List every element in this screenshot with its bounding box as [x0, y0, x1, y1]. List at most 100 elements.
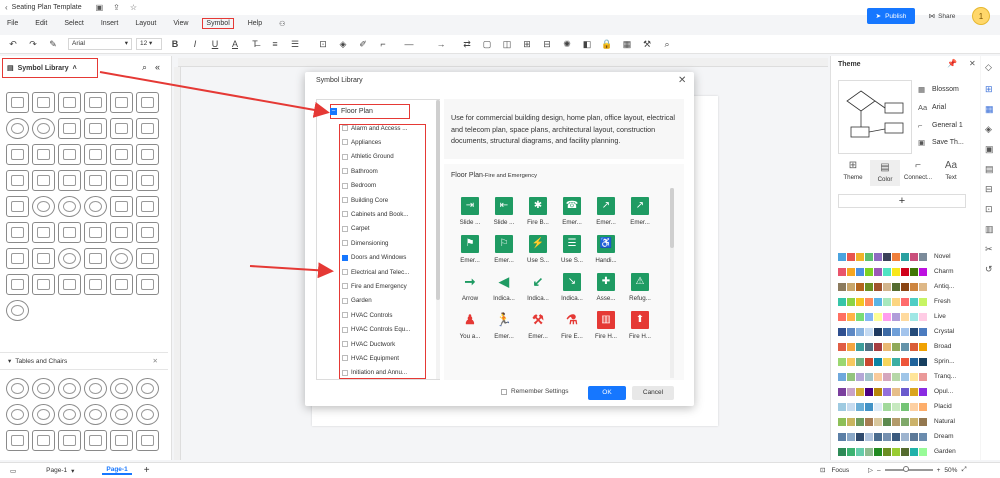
- style-icon[interactable]: ◇: [985, 62, 992, 73]
- palette-row[interactable]: Tranq...: [838, 370, 968, 383]
- color-swatch: [883, 402, 891, 411]
- tab-text[interactable]: Aa Text: [936, 160, 966, 181]
- theme-icon[interactable]: ⊞: [985, 84, 993, 95]
- color-swatch: [910, 267, 918, 276]
- color-swatch: [838, 387, 846, 396]
- connector-icon: ⌐: [915, 160, 921, 171]
- chevron-down-icon[interactable]: ▾: [71, 467, 74, 475]
- palette-row[interactable]: Charm: [838, 265, 968, 278]
- theme-option-blossom[interactable]: ▦ Blossom: [918, 85, 959, 94]
- data-icon[interactable]: ⊟: [985, 184, 993, 195]
- palette-row[interactable]: Antiq...: [838, 280, 968, 293]
- color-swatch: [865, 252, 873, 261]
- color-swatch: [901, 312, 909, 321]
- color-swatch: [901, 447, 909, 456]
- zoom-slider[interactable]: [884, 466, 933, 472]
- palette-row[interactable]: Placid: [838, 400, 968, 413]
- close-icon[interactable]: ✕: [969, 59, 976, 68]
- color-swatch: [838, 402, 846, 411]
- palette-row[interactable]: Opul...: [838, 385, 968, 398]
- color-swatch: [856, 417, 864, 426]
- theme-panel-tools: 📌 ✕: [947, 59, 976, 68]
- color-swatch: [883, 252, 891, 261]
- fit-icon[interactable]: ⤢: [961, 466, 966, 474]
- add-palette-button[interactable]: +: [838, 194, 966, 208]
- color-swatch: [874, 432, 882, 441]
- color-swatch: [901, 267, 909, 276]
- palette-row[interactable]: Fresh: [838, 295, 968, 308]
- color-swatch: [910, 402, 918, 411]
- color-swatch: [838, 282, 846, 291]
- history-icon[interactable]: ↺: [985, 264, 993, 275]
- palette-row[interactable]: Crystal: [838, 325, 968, 338]
- color-swatch: [847, 387, 855, 396]
- palette-row[interactable]: Broad: [838, 340, 968, 353]
- theme-preview[interactable]: [838, 80, 912, 154]
- palette-row[interactable]: Novel: [838, 250, 968, 263]
- color-swatch: [847, 357, 855, 366]
- palette-row[interactable]: Natural: [838, 415, 968, 428]
- color-swatch: [874, 417, 882, 426]
- color-swatch: [901, 387, 909, 396]
- tab-page-1[interactable]: Page-1: [102, 466, 132, 475]
- color-swatch: [874, 297, 882, 306]
- layers-icon[interactable]: ◈: [985, 124, 992, 135]
- theme-option-save[interactable]: ▣ Save Th...: [918, 138, 964, 147]
- palette-row[interactable]: Garden: [838, 445, 968, 458]
- color-swatch: [919, 357, 927, 366]
- color-swatch: [847, 432, 855, 441]
- color-swatch: [874, 342, 882, 351]
- bookmark-icon[interactable]: ⊡: [985, 204, 993, 215]
- color-swatch: [919, 342, 927, 351]
- page-layout-icon[interactable]: ▭: [10, 467, 16, 475]
- tab-connector[interactable]: ⌐ Connect...: [903, 160, 933, 181]
- layout-icon[interactable]: ▦: [985, 104, 994, 115]
- palette-row[interactable]: Dream: [838, 430, 968, 443]
- crop-icon[interactable]: ✂: [985, 244, 993, 255]
- image-icon[interactable]: ▣: [985, 144, 994, 155]
- color-swatch: [847, 402, 855, 411]
- zoom-knob[interactable]: [902, 466, 909, 472]
- color-swatch: [892, 327, 900, 336]
- theme-option-font[interactable]: Aa Arial: [918, 103, 946, 112]
- color-swatch: [865, 402, 873, 411]
- tab-label: Connect...: [903, 174, 933, 181]
- color-swatch: [919, 297, 927, 306]
- color-swatch: [856, 312, 864, 321]
- color-swatch: [919, 372, 927, 381]
- color-swatch: [838, 312, 846, 321]
- tab-color[interactable]: ▤ Color: [870, 160, 900, 186]
- color-swatch: [856, 267, 864, 276]
- color-swatch: [838, 447, 846, 456]
- theme-panel-title: Theme: [838, 61, 861, 68]
- palette-name: Live: [934, 313, 946, 320]
- color-swatch: [910, 387, 918, 396]
- arrow-to-categories: [249, 262, 334, 279]
- color-swatch: [919, 312, 927, 321]
- color-swatch: [892, 372, 900, 381]
- color-swatch: [883, 387, 891, 396]
- color-swatch: [856, 297, 864, 306]
- tab-theme[interactable]: ⊞ Theme: [838, 160, 868, 181]
- play-icon[interactable]: ▷: [868, 466, 873, 474]
- color-swatch: [838, 327, 846, 336]
- color-swatch: [892, 312, 900, 321]
- palette-row[interactable]: Live: [838, 310, 968, 323]
- color-swatch: [874, 402, 882, 411]
- zoom-in-icon[interactable]: +: [937, 467, 941, 474]
- page-selector[interactable]: Page-1: [46, 467, 67, 474]
- color-swatch: [919, 447, 927, 456]
- table-icon[interactable]: ▥: [985, 224, 994, 235]
- right-icon-rail: [981, 56, 1000, 460]
- color-swatch: [892, 267, 900, 276]
- color-swatch: [865, 267, 873, 276]
- comment-icon[interactable]: ▤: [985, 164, 994, 175]
- palette-row[interactable]: Sprin...: [838, 355, 968, 368]
- add-page-icon[interactable]: +: [144, 465, 150, 476]
- zoom-out-icon[interactable]: –: [877, 467, 881, 474]
- focus-mode[interactable]: ⊡ Focus: [820, 466, 849, 475]
- focus-icon: ⊡: [820, 467, 826, 474]
- zoom-level[interactable]: 50%: [944, 467, 957, 474]
- pin-icon[interactable]: 📌: [947, 59, 957, 68]
- theme-option-connector[interactable]: ⌐ General 1: [918, 121, 963, 130]
